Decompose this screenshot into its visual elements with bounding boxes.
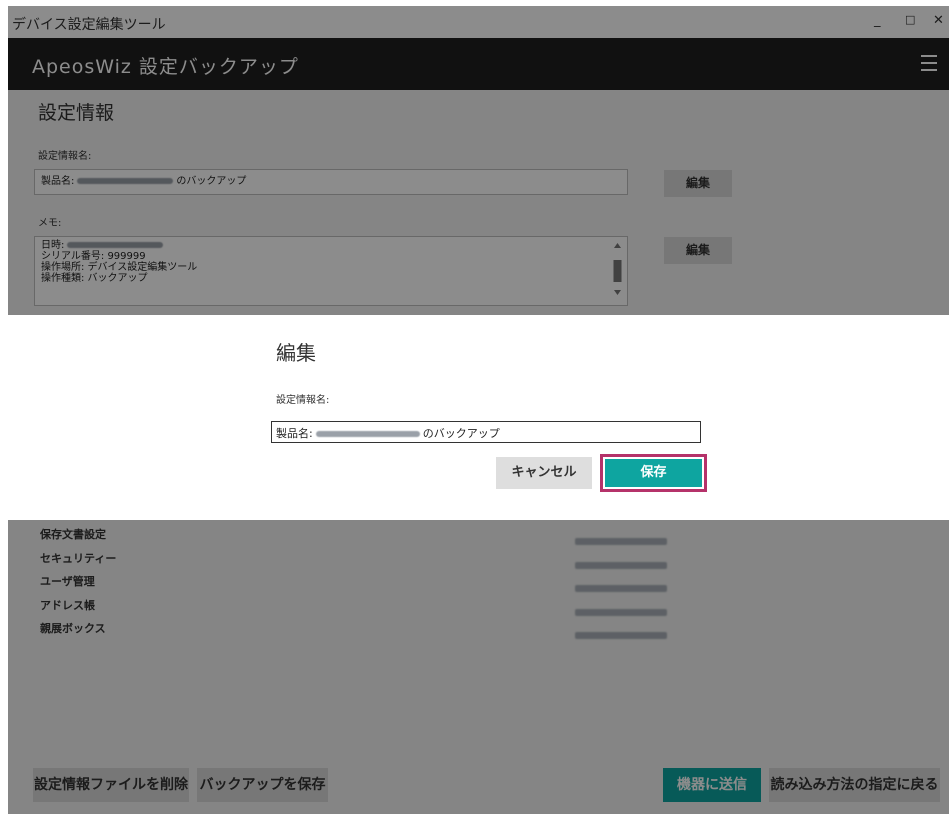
edit-dialog: 編集 設定情報名: 製品名: のバックアップ キャンセル 保存	[8, 315, 949, 520]
cancel-button[interactable]: キャンセル	[496, 457, 592, 489]
save-button-label: 保存	[605, 459, 702, 487]
settings-name-input[interactable]: 製品名: のバックアップ	[271, 421, 701, 443]
input-prefix: 製品名:	[276, 427, 313, 440]
save-button[interactable]: 保存	[600, 454, 707, 492]
dialog-field-label: 設定情報名:	[276, 395, 330, 406]
dialog-title: 編集	[276, 341, 316, 365]
input-suffix: のバックアップ	[422, 427, 500, 440]
blurred-product-name	[315, 431, 420, 437]
